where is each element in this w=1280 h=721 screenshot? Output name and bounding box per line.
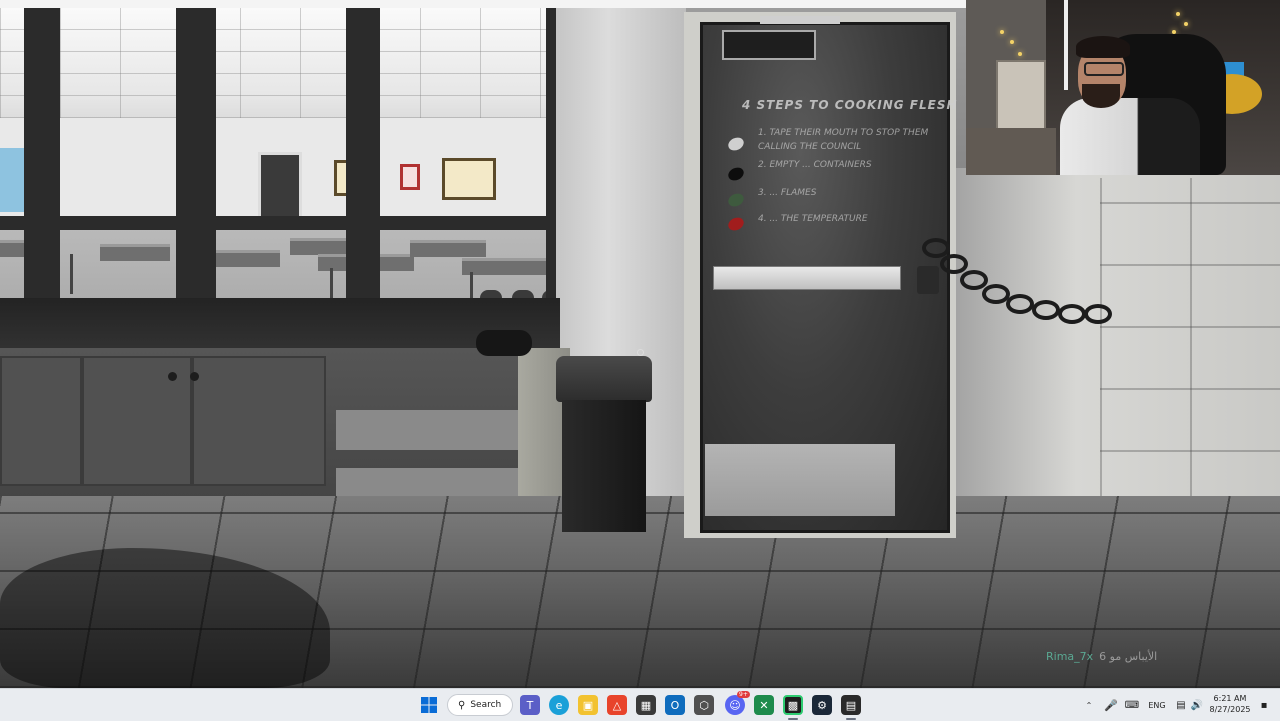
network-icon[interactable]: ▤ <box>1174 689 1188 721</box>
fairy-light <box>1176 12 1180 16</box>
chalk-step-1b: CALLING THE COUNCIL <box>758 142 862 152</box>
chat-username: Rima_7x <box>1046 650 1094 663</box>
chalk-step-3: 3. ... FLAMES <box>758 188 817 198</box>
chat-message-text: الأيباس مو 6 <box>1099 650 1158 663</box>
chain-link <box>1006 294 1034 314</box>
tray-overflow-chevron-icon[interactable]: ⌃ <box>1082 689 1096 721</box>
streamer-glasses <box>1084 62 1124 76</box>
streaming-app-icon[interactable]: ▩ <box>783 695 803 715</box>
webcam-light-pole <box>1064 0 1068 90</box>
window-mullion <box>546 8 556 328</box>
trash-can[interactable] <box>556 356 652 532</box>
language-indicator[interactable]: ENG <box>1146 689 1168 721</box>
fairy-light <box>1018 52 1022 56</box>
brave-browser-icon[interactable]: △ <box>607 695 627 715</box>
notification-bell-icon[interactable]: ▪ <box>1256 689 1272 721</box>
window-mullion <box>24 8 60 328</box>
windows-start-icon[interactable] <box>419 695 439 715</box>
chain-link <box>940 254 968 274</box>
window-mullion <box>176 8 216 328</box>
taskbar-search-button[interactable]: ⚲ Search <box>447 694 513 716</box>
edge-browser-icon[interactable]: e <box>549 695 569 715</box>
webcam-shelf <box>996 60 1046 134</box>
discord-notification-badge: 9+ <box>737 691 750 698</box>
steam-icon[interactable]: ⚙ <box>812 695 832 715</box>
trash-can-body <box>562 400 646 532</box>
microsoft-store-icon[interactable]: ▦ <box>636 695 656 715</box>
desk-leg <box>70 254 73 294</box>
streamer-webcam <box>966 0 1280 175</box>
microphone-icon[interactable]: 🎤 <box>1104 689 1118 721</box>
warning-sign <box>400 164 420 190</box>
framed-poster <box>442 158 496 200</box>
taskbar-clock[interactable]: 6:21 AM 8/27/2025 <box>1206 693 1254 715</box>
open-shelf <box>336 410 520 450</box>
game-window-icon[interactable]: ▤ <box>841 695 861 715</box>
classroom-view <box>0 8 556 328</box>
stream-chat-message: Rima_7x الأيباس مو 6 <box>1046 650 1157 663</box>
crosshair-icon <box>637 349 644 356</box>
discord-icon[interactable]: ☺ <box>725 695 745 715</box>
top-window-strip <box>0 0 966 8</box>
chalk-step-2: 2. EMPTY ... CONTAINERS <box>758 160 872 170</box>
cabinet-knob <box>168 372 177 381</box>
webcam-desk <box>966 128 1056 175</box>
ceiling-tiles <box>0 8 556 118</box>
bottle-on-counter[interactable] <box>476 330 532 356</box>
fairy-light <box>1184 22 1188 26</box>
keyboard-icon[interactable]: ⌨ <box>1124 689 1140 721</box>
chain-link <box>1032 300 1060 320</box>
streamer-beard <box>1082 84 1120 108</box>
door-push-bar[interactable] <box>713 266 901 290</box>
xbox-app-icon[interactable]: ✕ <box>754 695 774 715</box>
cabinet-door[interactable] <box>0 356 82 486</box>
clock-time: 6:21 AM <box>1213 694 1247 703</box>
windows-taskbar: ⚲ Search T e ▣ △ ▦ O ⬡ ☺ 9+ ✕ ▩ ⚙ ▤ ⌃ 🎤 … <box>0 688 1280 721</box>
chalk-step-1: 1. TAPE THEIR MOUTH TO STOP THEM <box>758 128 929 138</box>
search-icon: ⚲ <box>458 699 466 711</box>
streamer-hoodie <box>1060 98 1200 175</box>
cabinet-knob <box>190 372 199 381</box>
door-chalk-title: 4 STEPS TO COOKING FLESH <box>742 98 958 112</box>
fairy-light <box>1010 40 1014 44</box>
door-closer <box>760 16 840 24</box>
door-kick-plate <box>705 444 895 516</box>
clock-date: 8/27/2025 <box>1209 705 1251 714</box>
window-transom <box>0 216 556 230</box>
desk <box>100 244 170 261</box>
cabinet-door[interactable] <box>192 356 326 486</box>
desk <box>410 240 486 257</box>
app-hexagon-icon[interactable]: ⬡ <box>694 695 714 715</box>
outlook-icon[interactable]: O <box>665 695 685 715</box>
window-mullion <box>346 8 380 328</box>
chain-link <box>1058 304 1086 324</box>
desk <box>462 258 554 275</box>
streamer-hair <box>1076 36 1130 58</box>
file-explorer-icon[interactable]: ▣ <box>578 695 598 715</box>
search-label: Search <box>470 700 502 710</box>
volume-icon[interactable]: 🔊 <box>1190 689 1204 721</box>
chalk-step-4: 4. ... THE TEMPERATURE <box>758 214 868 224</box>
door-vision-slot <box>722 30 816 60</box>
chain-link <box>960 270 988 290</box>
padlock[interactable] <box>917 266 939 294</box>
chain-link <box>1084 304 1112 324</box>
trash-can-lid <box>556 356 652 402</box>
teams-icon[interactable]: T <box>520 695 540 715</box>
fairy-light <box>1000 30 1004 34</box>
